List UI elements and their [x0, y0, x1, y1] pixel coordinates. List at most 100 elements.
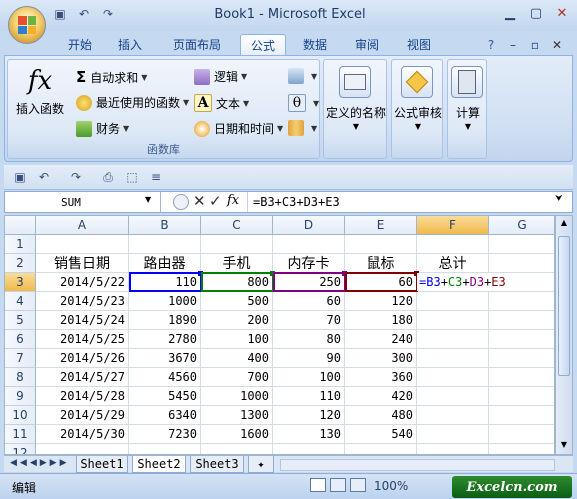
undo-icon[interactable]: ↶ — [74, 5, 94, 23]
cell-g2[interactable] — [489, 254, 554, 273]
column-header-b[interactable]: B — [129, 216, 201, 235]
cell-a11[interactable]: 2014/5/30 — [36, 425, 129, 444]
tab-formulas[interactable]: 公式 — [240, 34, 286, 56]
cell-g12[interactable] — [489, 444, 554, 454]
cell-g7[interactable] — [489, 349, 554, 368]
zoom-level[interactable]: 100% — [374, 479, 408, 493]
cell-f6[interactable] — [417, 330, 489, 349]
cell-e5[interactable]: 180 — [345, 311, 417, 330]
row-header-8[interactable]: 8 — [5, 368, 36, 387]
tab-view[interactable]: 视图 — [398, 34, 440, 55]
row-header-3[interactable]: 3 — [5, 273, 36, 292]
cell-f9[interactable] — [417, 387, 489, 406]
save-icon[interactable]: ▣ — [50, 5, 70, 23]
tab-review[interactable]: 审阅 — [346, 34, 388, 55]
cell-g8[interactable] — [489, 368, 554, 387]
cell-b1[interactable] — [129, 235, 201, 254]
column-header-d[interactable]: D — [273, 216, 345, 235]
chevron-down-icon[interactable]: ▼ — [145, 195, 151, 204]
ribbon-restore-icon[interactable]: ▫ — [526, 34, 544, 55]
cell-e4[interactable]: 120 — [345, 292, 417, 311]
cell-e12[interactable] — [345, 444, 417, 454]
more-functions-button[interactable]: ▼ — [288, 120, 317, 136]
cell-e11[interactable]: 540 — [345, 425, 417, 444]
cell-e8[interactable]: 360 — [345, 368, 417, 387]
text-button[interactable]: A 文本 ▼ — [194, 94, 249, 112]
cell-d11[interactable]: 130 — [273, 425, 345, 444]
normal-view-icon[interactable] — [310, 478, 326, 492]
worksheet-grid[interactable]: A B C D E F G 1 2 销售日期 路由器 手机 内存卡 鼠标 总计 3 2014/5/22 110 80… — [4, 215, 555, 455]
cell-c2[interactable]: 手机 — [201, 254, 273, 273]
cell-b11[interactable]: 7230 — [129, 425, 201, 444]
row-header-5[interactable]: 5 — [5, 311, 36, 330]
expand-formula-bar-icon[interactable]: ⮟ — [555, 194, 563, 204]
scroll-down-icon[interactable]: ▼ — [558, 440, 570, 452]
cell-a1[interactable] — [36, 235, 129, 254]
date-time-button[interactable]: 日期和时间 ▼ — [194, 120, 283, 137]
cell-b7[interactable]: 3670 — [129, 349, 201, 368]
ribbon-minimize-icon[interactable]: – — [504, 34, 522, 55]
row-header-6[interactable]: 6 — [5, 330, 36, 349]
redo-icon[interactable]: ↷ — [66, 168, 86, 186]
cell-c9[interactable]: 1000 — [201, 387, 273, 406]
cell-c12[interactable] — [201, 444, 273, 454]
cell-f8[interactable] — [417, 368, 489, 387]
scroll-thumb[interactable] — [558, 236, 570, 376]
cell-d1[interactable] — [273, 235, 345, 254]
cell-e7[interactable]: 300 — [345, 349, 417, 368]
vertical-scrollbar[interactable]: ▲ ▼ — [555, 215, 573, 455]
cell-b12[interactable] — [129, 444, 201, 454]
financial-button[interactable]: 财务 ▼ — [76, 120, 129, 137]
cell-b2[interactable]: 路由器 — [129, 254, 201, 273]
row-header-7[interactable]: 7 — [5, 349, 36, 368]
column-header-e[interactable]: E — [345, 216, 417, 235]
row-header-10[interactable]: 10 — [5, 406, 36, 425]
cell-a12[interactable] — [36, 444, 129, 454]
cell-g11[interactable] — [489, 425, 554, 444]
cell-a7[interactable]: 2014/5/26 — [36, 349, 129, 368]
cell-a4[interactable]: 2014/5/23 — [36, 292, 129, 311]
lookup-button[interactable]: ▼ — [288, 68, 317, 84]
cell-d12[interactable] — [273, 444, 345, 454]
cell-d2[interactable]: 内存卡 — [273, 254, 345, 273]
cell-a2[interactable]: 销售日期 — [36, 254, 129, 273]
cell-c7[interactable]: 400 — [201, 349, 273, 368]
cell-b5[interactable]: 1890 — [129, 311, 201, 330]
row-header-12[interactable]: 12 — [5, 444, 36, 454]
cell-b6[interactable]: 2780 — [129, 330, 201, 349]
undo-icon[interactable]: ↶ — [34, 168, 54, 186]
insert-sheet-icon[interactable]: ✦ — [248, 456, 274, 473]
redo-icon[interactable]: ↷ — [98, 5, 118, 23]
cell-g1[interactable] — [489, 235, 554, 254]
cell-g10[interactable] — [489, 406, 554, 425]
row-header-11[interactable]: 11 — [5, 425, 36, 444]
row-header-1[interactable]: 1 — [5, 235, 36, 254]
cell-g9[interactable] — [489, 387, 554, 406]
maximize-button[interactable]: ▢ — [523, 2, 549, 24]
scroll-up-icon[interactable]: ▲ — [558, 218, 570, 230]
office-button[interactable] — [8, 6, 46, 44]
cell-c6[interactable]: 100 — [201, 330, 273, 349]
insert-function-button[interactable]: fx 插入函数 — [14, 66, 66, 126]
cell-f2[interactable]: 总计 — [417, 254, 489, 273]
ribbon-close-icon[interactable]: ✕ — [548, 34, 566, 55]
cell-f10[interactable] — [417, 406, 489, 425]
defined-names-group[interactable]: 定义的名称 ▼ — [323, 59, 387, 159]
cell-d7[interactable]: 90 — [273, 349, 345, 368]
cell-a6[interactable]: 2014/5/25 — [36, 330, 129, 349]
recent-functions-button[interactable]: 最近使用的函数 ▼ — [76, 94, 189, 111]
close-button[interactable]: ✕ — [549, 2, 575, 24]
row-header-4[interactable]: 4 — [5, 292, 36, 311]
cell-e6[interactable]: 240 — [345, 330, 417, 349]
formula-input[interactable]: =B3+C3+D3+E3 — [253, 192, 340, 212]
formula-auditing-group[interactable]: 公式审核 ▼ — [391, 59, 443, 159]
cell-b9[interactable]: 5450 — [129, 387, 201, 406]
cell-a10[interactable]: 2014/5/29 — [36, 406, 129, 425]
cell-g5[interactable] — [489, 311, 554, 330]
cell-e1[interactable] — [345, 235, 417, 254]
row-header-9[interactable]: 9 — [5, 387, 36, 406]
cell-c11[interactable]: 1600 — [201, 425, 273, 444]
customize-qat-icon[interactable]: ≡ — [146, 168, 166, 186]
sheet-nav-icon[interactable]: ◀◀◀▶▶▶ — [10, 458, 70, 468]
insert-function-icon[interactable]: fx — [227, 193, 239, 208]
